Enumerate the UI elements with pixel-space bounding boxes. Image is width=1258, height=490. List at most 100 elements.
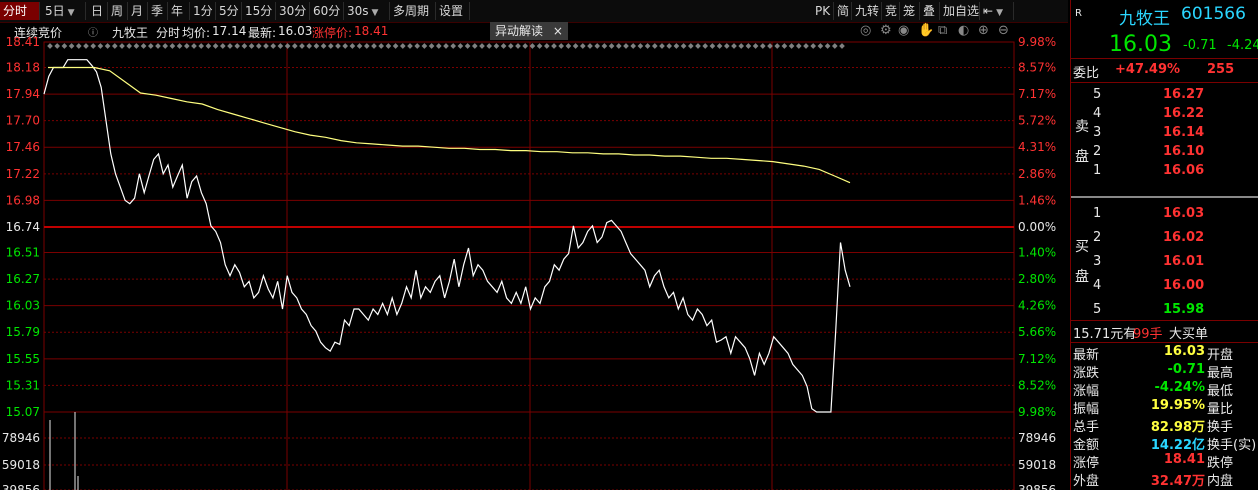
auction-marker (414, 43, 421, 49)
volume-tick-label: 59018 (2, 458, 40, 472)
auction-marker (608, 43, 615, 49)
auction-marker (565, 43, 572, 49)
auction-marker (155, 43, 161, 49)
divider (1071, 342, 1258, 343)
auction-marker (781, 43, 788, 49)
pct-tick-label: 2.80% (1018, 272, 1056, 286)
sell-label: 卖盘 (1075, 119, 1089, 165)
stat-label: 最新 (1073, 348, 1100, 363)
stat-value: 82.98万 (1150, 420, 1205, 435)
auction-marker (126, 43, 133, 49)
auction-marker (83, 43, 89, 49)
price-tick-label: 15.07 (6, 405, 40, 419)
stat-label: 总手 (1073, 420, 1100, 435)
divider (1071, 82, 1258, 83)
auction-marker (392, 43, 399, 49)
auction-marker (255, 43, 262, 49)
stat-label-2: 换手 (1207, 420, 1234, 435)
divider (1071, 320, 1258, 321)
auction-marker (594, 43, 601, 49)
auction-marker (738, 43, 745, 49)
pct-tick-label: 5.66% (1018, 325, 1056, 339)
quote-stock-name: 九牧王 (1119, 9, 1170, 29)
auction-marker (788, 43, 795, 49)
auction-marker (824, 43, 831, 49)
auction-marker (702, 43, 709, 49)
auction-marker (435, 43, 442, 49)
book-level: 2 (1093, 144, 1102, 159)
auction-marker (407, 43, 413, 49)
auction-marker (399, 43, 406, 49)
stat-value: 18.41 (1163, 452, 1205, 467)
auction-marker (428, 43, 435, 49)
auction-marker (479, 43, 485, 49)
pct-tick-label: 9.98% (1018, 35, 1056, 49)
quote-stock-code: 601566 (1181, 4, 1246, 24)
price-tick-label: 18.18 (6, 60, 40, 74)
price-tick-label: 17.70 (6, 114, 40, 128)
auction-marker (752, 43, 759, 49)
auction-marker (680, 43, 687, 49)
pct-tick-label: 4.31% (1018, 140, 1056, 154)
auction-marker (277, 43, 284, 49)
weibi-value: +47.49% (1115, 62, 1181, 77)
book-price: 16.03 (1163, 206, 1205, 221)
stat-value: 32.47万 (1150, 474, 1205, 489)
auction-marker (795, 43, 802, 49)
auction-marker (630, 43, 637, 49)
auction-marker (759, 43, 766, 49)
auction-marker (263, 43, 269, 49)
price-tick-label: 15.55 (6, 352, 40, 366)
stat-label: 振幅 (1073, 402, 1100, 417)
pct-tick-label: 0.00% (1018, 220, 1056, 234)
auction-marker (205, 43, 212, 49)
auction-marker (104, 43, 111, 49)
auction-marker (515, 43, 521, 49)
auction-marker (774, 43, 781, 49)
r-mark: R (1075, 8, 1082, 19)
book-price: 16.00 (1163, 278, 1205, 293)
quote-price: 16.03 (1109, 32, 1172, 57)
stat-label: 金额 (1073, 438, 1100, 453)
volume-tick-label: 39856 (1018, 483, 1056, 490)
quote-change: -0.71 (1183, 38, 1217, 53)
intraday-chart[interactable]: 18.41 9.98% 18.18 8.57% 17.94 7.17% 17.70 5.72%… (0, 0, 1068, 490)
auction-marker (356, 43, 363, 49)
price-tick-label: 16.03 (6, 299, 40, 313)
auction-marker (536, 43, 543, 49)
book-level: 4 (1093, 278, 1102, 293)
pct-tick-label: 2.86% (1018, 167, 1056, 181)
auction-marker (320, 43, 327, 49)
auction-marker (615, 43, 622, 49)
auction-marker (587, 43, 593, 49)
buy-label: 买盘 (1075, 239, 1089, 285)
pct-tick-label: 1.46% (1018, 193, 1056, 207)
auction-marker (637, 43, 644, 49)
auction-marker (191, 43, 197, 49)
auction-marker (111, 43, 118, 49)
auction-marker (241, 43, 248, 49)
auction-marker (457, 43, 464, 49)
stat-label: 涨停 (1073, 456, 1100, 471)
auction-marker (68, 43, 75, 49)
auction-marker (270, 43, 277, 49)
auction-marker (817, 43, 824, 49)
pct-tick-label: 5.72% (1018, 114, 1056, 128)
auction-marker (90, 43, 97, 49)
book-price: 16.10 (1163, 144, 1205, 159)
book-price: 15.98 (1163, 302, 1205, 317)
auction-marker (579, 43, 586, 49)
auction-marker (299, 43, 305, 49)
stat-value: 16.03 (1163, 344, 1205, 359)
big-buy-label: 大买单 (1169, 327, 1209, 342)
auction-marker (803, 43, 809, 49)
auction-marker (673, 43, 680, 49)
book-price: 16.27 (1163, 87, 1205, 102)
book-level: 5 (1093, 302, 1102, 317)
book-price: 16.14 (1163, 125, 1205, 140)
auction-marker (644, 43, 651, 49)
stat-label-2: 最高 (1207, 366, 1234, 381)
price-tick-label: 18.41 (6, 35, 40, 49)
auction-marker (572, 43, 579, 49)
auction-marker (306, 43, 313, 49)
